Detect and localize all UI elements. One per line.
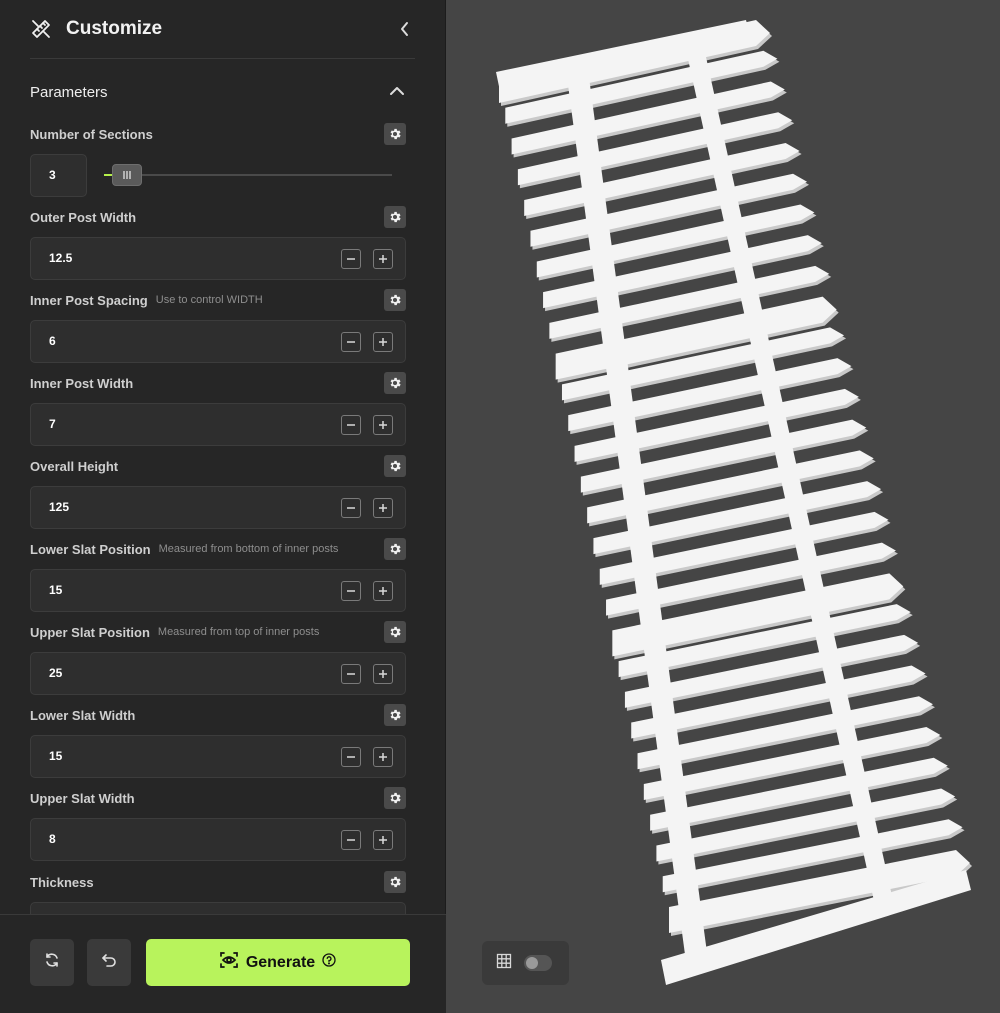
toggle-knob xyxy=(526,957,538,969)
sidebar-header: Customize xyxy=(30,0,415,59)
gear-icon[interactable] xyxy=(384,455,406,477)
parameter-list[interactable]: Number of Sections 3 Outer Post Width 12… xyxy=(0,118,446,914)
param-hint: Use to control WIDTH xyxy=(155,294,263,306)
gear-icon[interactable] xyxy=(384,372,406,394)
decrement-button[interactable] xyxy=(341,332,361,352)
param-name: Lower Slat Position xyxy=(30,541,151,557)
param-thickness: Thickness xyxy=(30,866,406,914)
param-value: 3 xyxy=(49,168,56,182)
increment-button[interactable] xyxy=(373,747,393,767)
param-overall-height: Overall Height 125 xyxy=(30,450,406,533)
param-name: Number of Sections xyxy=(30,126,153,142)
grid-icon[interactable] xyxy=(496,953,512,974)
param-hint: Measured from bottom of inner posts xyxy=(158,543,339,555)
param-value: 25 xyxy=(49,666,63,680)
increment-button[interactable] xyxy=(373,249,393,269)
grid-toggle[interactable] xyxy=(524,955,552,971)
param-name: Overall Height xyxy=(30,458,119,474)
slider-handle[interactable] xyxy=(111,164,142,186)
fence-model-preview[interactable] xyxy=(446,0,1000,1013)
param-name: Upper Slat Width xyxy=(30,790,135,806)
reset-button[interactable] xyxy=(30,939,74,986)
param-value-field[interactable]: 7 xyxy=(30,403,406,446)
customize-sidebar: Customize Parameters Number of Sections … xyxy=(0,0,446,1013)
decrement-button[interactable] xyxy=(341,830,361,850)
gear-icon[interactable] xyxy=(384,538,406,560)
gear-icon[interactable] xyxy=(384,704,406,726)
increment-button[interactable] xyxy=(373,498,393,518)
section-label: Parameters xyxy=(30,83,108,101)
parameters-section-header[interactable]: Parameters xyxy=(30,78,405,106)
param-value-field[interactable]: 15 xyxy=(30,569,406,612)
decrement-button[interactable] xyxy=(341,664,361,684)
generate-label: Generate xyxy=(245,953,316,971)
param-name: Inner Post Width xyxy=(30,375,134,391)
decrement-button[interactable] xyxy=(341,498,361,518)
3d-viewport[interactable] xyxy=(446,0,1000,1013)
chevron-left-icon[interactable] xyxy=(395,19,415,39)
param-value: 125 xyxy=(49,500,70,514)
param-value: 15 xyxy=(49,583,63,597)
decrement-button[interactable] xyxy=(341,249,361,269)
param-value-field[interactable]: 6 xyxy=(30,320,406,363)
param-value: 6 xyxy=(49,334,56,348)
increment-button[interactable] xyxy=(373,830,393,850)
generate-button[interactable]: Generate xyxy=(146,939,410,986)
param-value: 7 xyxy=(49,417,56,431)
refresh-icon xyxy=(44,952,60,973)
param-value-field[interactable] xyxy=(30,902,406,914)
gear-icon[interactable] xyxy=(384,621,406,643)
param-name: Thickness xyxy=(30,874,94,890)
param-value-field[interactable]: 12.5 xyxy=(30,237,406,280)
gear-icon[interactable] xyxy=(384,206,406,228)
param-inner-post-spacing: Inner Post Spacing Use to control WIDTH … xyxy=(30,284,406,367)
decrement-button[interactable] xyxy=(341,747,361,767)
sections-slider[interactable] xyxy=(104,164,392,186)
param-value-field[interactable]: 8 xyxy=(30,818,406,861)
gear-icon[interactable] xyxy=(384,787,406,809)
gear-icon[interactable] xyxy=(384,289,406,311)
param-value: 12.5 xyxy=(49,251,73,265)
decrement-button[interactable] xyxy=(341,581,361,601)
param-name: Outer Post Width xyxy=(30,209,137,225)
gear-icon[interactable] xyxy=(384,123,406,145)
param-lower-slat-position: Lower Slat Position Measured from bottom… xyxy=(30,533,406,616)
eye-scan-icon xyxy=(219,951,238,974)
viewport-toolbar xyxy=(482,941,569,985)
sections-value-input[interactable]: 3 xyxy=(30,154,87,197)
param-lower-slat-width: Lower Slat Width 15 xyxy=(30,699,406,782)
param-name: Upper Slat Position xyxy=(30,624,150,640)
increment-button[interactable] xyxy=(373,664,393,684)
param-value: 8 xyxy=(49,832,56,846)
panel-title: Customize xyxy=(66,18,163,39)
undo-icon xyxy=(101,952,117,973)
param-value-field[interactable]: 125 xyxy=(30,486,406,529)
increment-button[interactable] xyxy=(373,332,393,352)
param-upper-slat-width: Upper Slat Width 8 xyxy=(30,782,406,865)
param-value-field[interactable]: 15 xyxy=(30,735,406,778)
increment-button[interactable] xyxy=(373,581,393,601)
param-name: Lower Slat Width xyxy=(30,707,136,723)
param-value: 15 xyxy=(49,749,63,763)
undo-button[interactable] xyxy=(87,939,131,986)
param-number-of-sections: Number of Sections 3 xyxy=(30,118,406,201)
param-outer-post-width: Outer Post Width 12.5 xyxy=(30,201,406,284)
gear-icon[interactable] xyxy=(384,871,406,893)
param-hint: Measured from top of inner posts xyxy=(157,626,320,638)
param-inner-post-width: Inner Post Width 7 xyxy=(30,367,406,450)
ruler-pencil-icon xyxy=(30,18,52,40)
param-name: Inner Post Spacing xyxy=(30,292,148,308)
help-circle-icon[interactable] xyxy=(322,953,336,972)
decrement-button[interactable] xyxy=(341,415,361,435)
sidebar-footer: Generate xyxy=(0,914,446,1013)
increment-button[interactable] xyxy=(373,415,393,435)
chevron-up-icon[interactable] xyxy=(389,83,405,101)
param-value-field[interactable]: 25 xyxy=(30,652,406,695)
param-upper-slat-position: Upper Slat Position Measured from top of… xyxy=(30,616,406,699)
